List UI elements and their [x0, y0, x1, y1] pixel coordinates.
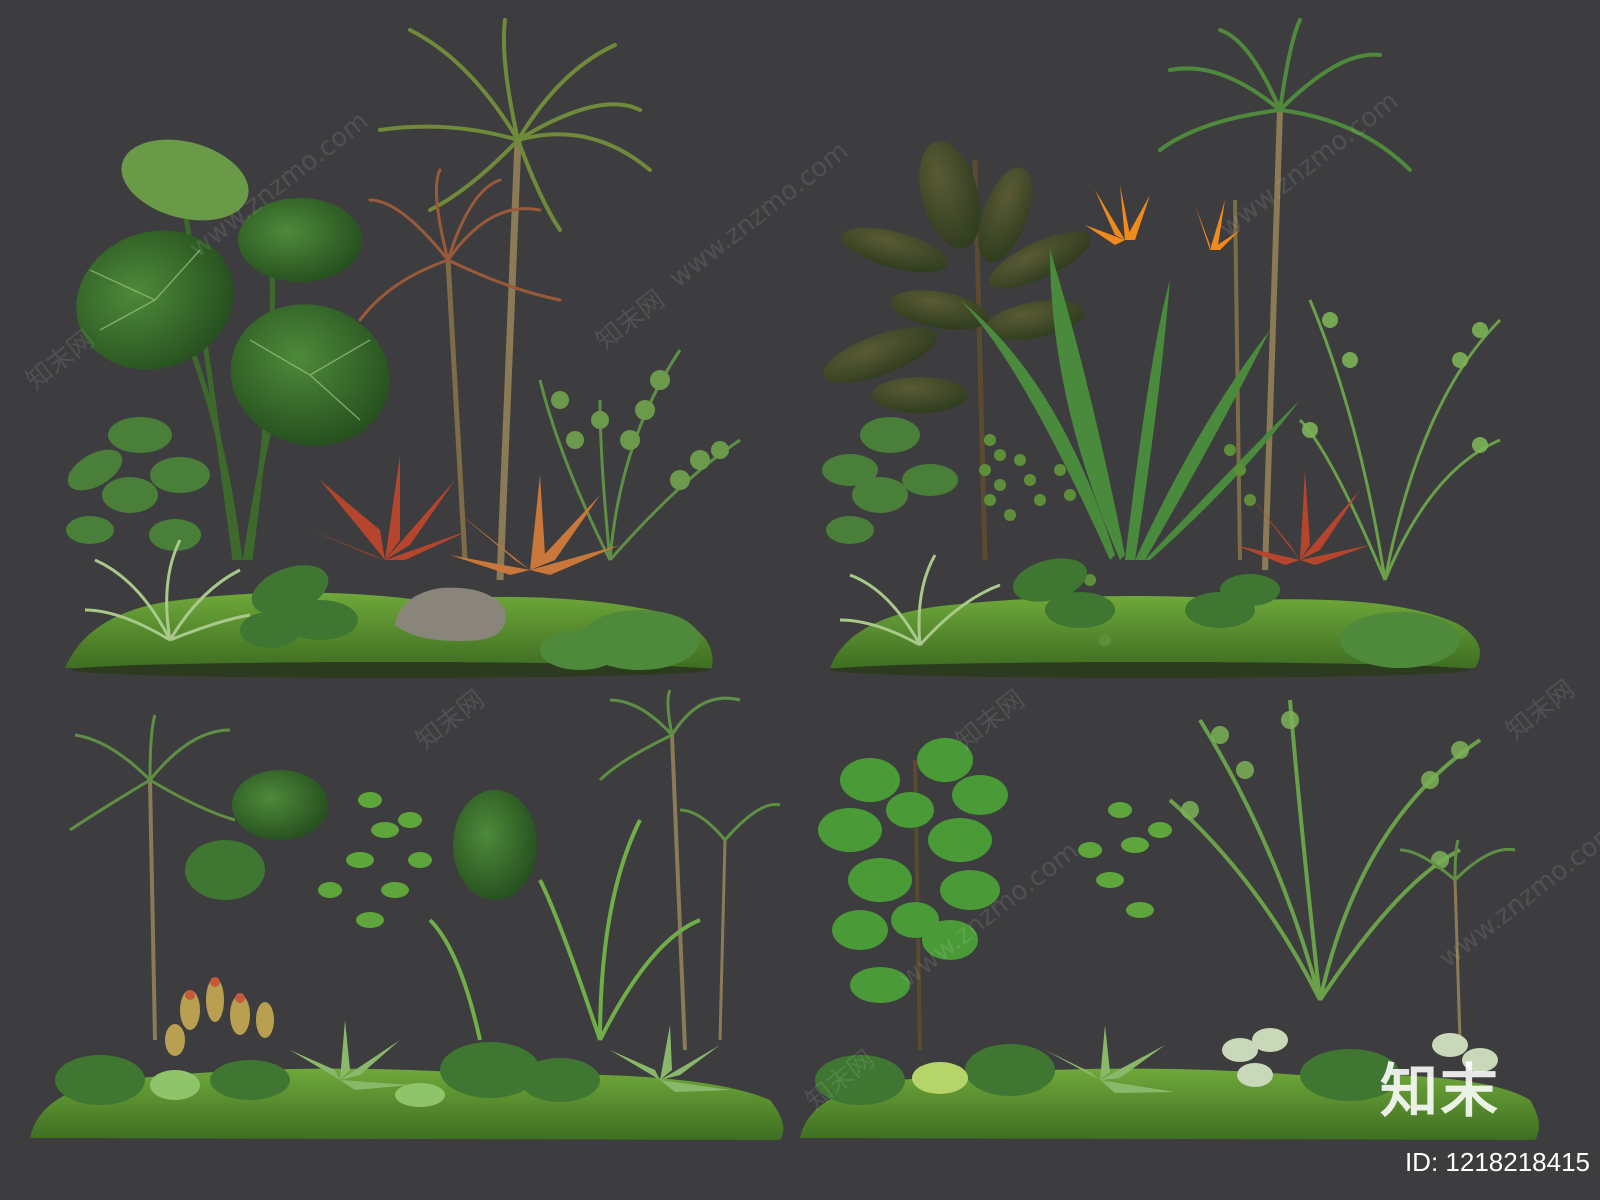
bromeliad-red	[1235, 470, 1370, 565]
areca-palm	[1298, 299, 1502, 581]
areca-palm	[1168, 699, 1482, 1002]
palm-crown	[1158, 18, 1412, 172]
pitcher-plant	[165, 978, 274, 1056]
dracaena-trunk	[445, 259, 468, 561]
monstera-leaf	[185, 840, 265, 900]
rock	[395, 587, 506, 641]
bird-of-paradise-flower	[1085, 185, 1240, 250]
pothos	[66, 417, 210, 551]
panel-bottom-left	[30, 689, 784, 1140]
panel-top-left	[65, 18, 741, 678]
bromeliad-red	[310, 455, 470, 560]
monstera-leaf	[232, 770, 328, 840]
monstera-leaf	[121, 139, 249, 221]
image-id-label: ID: 1218218415	[1404, 1147, 1590, 1177]
panel-top-right	[822, 18, 1502, 678]
brand-logo: 知末	[1379, 1057, 1500, 1125]
planting-scene	[30, 18, 1539, 1140]
palm-trunk	[1262, 109, 1283, 571]
pothos	[822, 417, 958, 544]
fiddle-leaf-fig	[818, 738, 1008, 1003]
monstera-leaf	[453, 790, 537, 900]
dracaena-trunk	[496, 139, 522, 581]
monstera-leaf	[238, 198, 362, 282]
leafy-stems	[318, 792, 432, 928]
leafy-stems	[1078, 802, 1172, 918]
